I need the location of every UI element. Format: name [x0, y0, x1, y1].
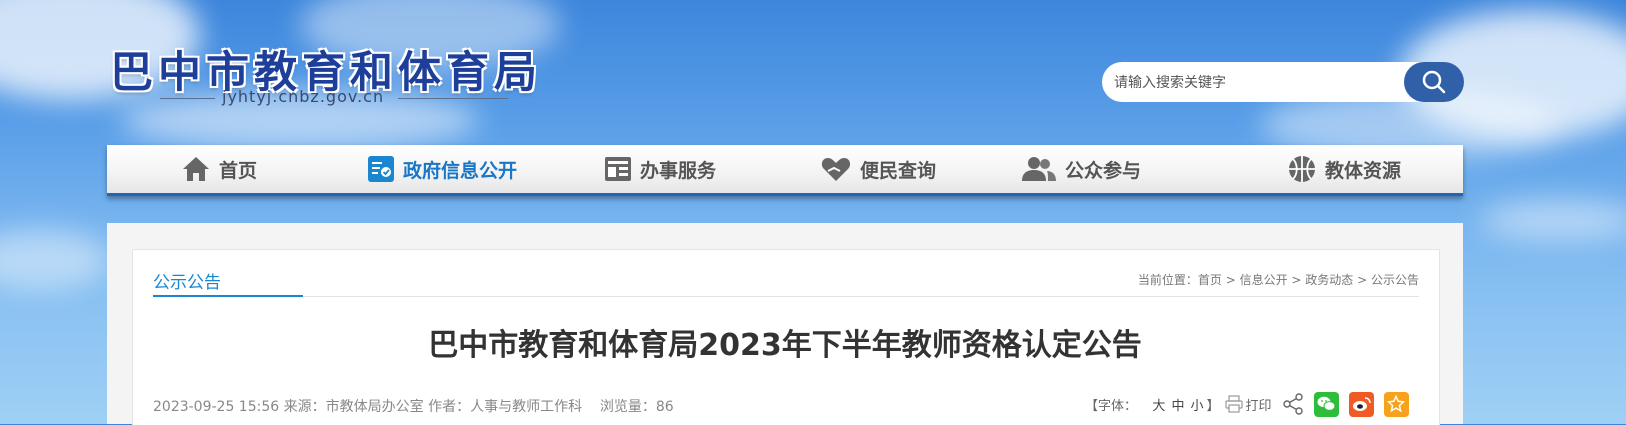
nav-label: 政府信息公开 [403, 159, 518, 182]
share-icon [1282, 393, 1303, 415]
breadcrumb-separator: > [1353, 273, 1371, 287]
nav-label: 办事服务 [640, 159, 717, 182]
print-label: 打印 [1245, 398, 1272, 414]
author-value: 人事与教师工作科 [470, 399, 583, 415]
font-size-label: 【字体： [1085, 398, 1138, 414]
article-meta: 2023-09-25 15:56 来源：市教体局办公室 作者：人事与教师工作科 … [153, 396, 674, 416]
breadcrumb-separator: > [1221, 273, 1240, 287]
breadcrumb-separator: > [1287, 273, 1306, 287]
favorite-button[interactable] [1383, 391, 1409, 417]
views-label: 浏览量： [599, 399, 656, 415]
nav-label: 公众参与 [1065, 159, 1142, 182]
share-button[interactable] [1282, 393, 1304, 415]
article-title: 巴中市教育和体育局2023年下半年教师资格认定公告 [428, 328, 1142, 363]
wechat-icon [1317, 396, 1335, 411]
nav-label: 教体资源 [1325, 159, 1402, 182]
publish-date: 2023-09-25 15:56 [153, 399, 280, 415]
breadcrumb-home[interactable]: 首页 [1198, 273, 1222, 287]
article-tools: 【字体： 大 中 小 】 打印 [1085, 389, 1409, 419]
cloud-decoration [0, 230, 110, 290]
share-weibo-button[interactable] [1348, 391, 1374, 417]
source-label: 来源： [283, 399, 326, 415]
site-domain: jyhtyj.cnbz.gov.cn [222, 87, 385, 106]
share-wechat-button[interactable] [1313, 391, 1339, 417]
search-box [1102, 62, 1464, 102]
font-size-large[interactable]: 大 [1152, 395, 1165, 414]
font-size-close: 】 [1206, 398, 1220, 414]
nav-label: 首页 [219, 159, 258, 182]
font-size-medium[interactable]: 中 [1171, 395, 1184, 414]
site-header: 巴中市教育和体育局 jyhtyj.cnbz.gov.cn [0, 0, 1626, 140]
breadcrumb-info-open[interactable]: 信息公开 [1240, 273, 1288, 287]
heart-hand-icon [820, 154, 852, 184]
search-icon [1422, 70, 1446, 94]
breadcrumb-prefix: 当前位置： [1137, 273, 1198, 287]
breadcrumb-notice[interactable]: 公示公告 [1371, 273, 1419, 287]
print-button[interactable]: 打印 [1225, 395, 1272, 414]
breadcrumb-gov-news[interactable]: 政务动态 [1305, 273, 1353, 287]
nav-item-participation[interactable]: 公众参与 [1021, 145, 1141, 193]
author-label: 作者： [428, 399, 471, 415]
source-value: 市教体局办公室 [325, 399, 424, 415]
nav-item-gov-info[interactable]: 政府信息公开 [367, 145, 517, 193]
nav-item-resources[interactable]: 教体资源 [1287, 145, 1401, 193]
site-logo[interactable]: 巴中市教育和体育局 jyhtyj.cnbz.gov.cn [110, 38, 537, 108]
nav-label: 便民查询 [860, 159, 937, 182]
section-title[interactable]: 公示公告 [153, 268, 221, 293]
font-size-small[interactable]: 小 [1190, 395, 1203, 414]
search-input[interactable] [1114, 62, 1374, 102]
nav-item-convenience[interactable]: 便民查询 [820, 145, 936, 193]
logo-divider [160, 98, 215, 99]
service-icon [604, 155, 632, 183]
main-nav: 首页 政府信息公开 办事服务 便民查询 公众参与 教体资源 [107, 145, 1463, 196]
views-count: 86 [655, 399, 674, 415]
home-icon [181, 155, 211, 183]
basketball-icon [1287, 154, 1317, 184]
star-icon [1387, 395, 1405, 413]
section-underline [153, 295, 303, 297]
breadcrumb: 当前位置：首页 > 信息公开 > 政务动态 > 公示公告 [1138, 271, 1419, 288]
cloud-decoration [1480, 200, 1626, 240]
gov-info-icon [367, 155, 395, 183]
logo-divider [398, 98, 508, 99]
weibo-icon [1352, 397, 1371, 411]
printer-icon [1225, 395, 1244, 413]
nav-item-service[interactable]: 办事服务 [604, 145, 716, 193]
section-divider [303, 296, 1419, 297]
search-button[interactable] [1404, 62, 1464, 102]
nav-item-home[interactable]: 首页 [181, 145, 257, 193]
people-icon [1021, 155, 1057, 183]
